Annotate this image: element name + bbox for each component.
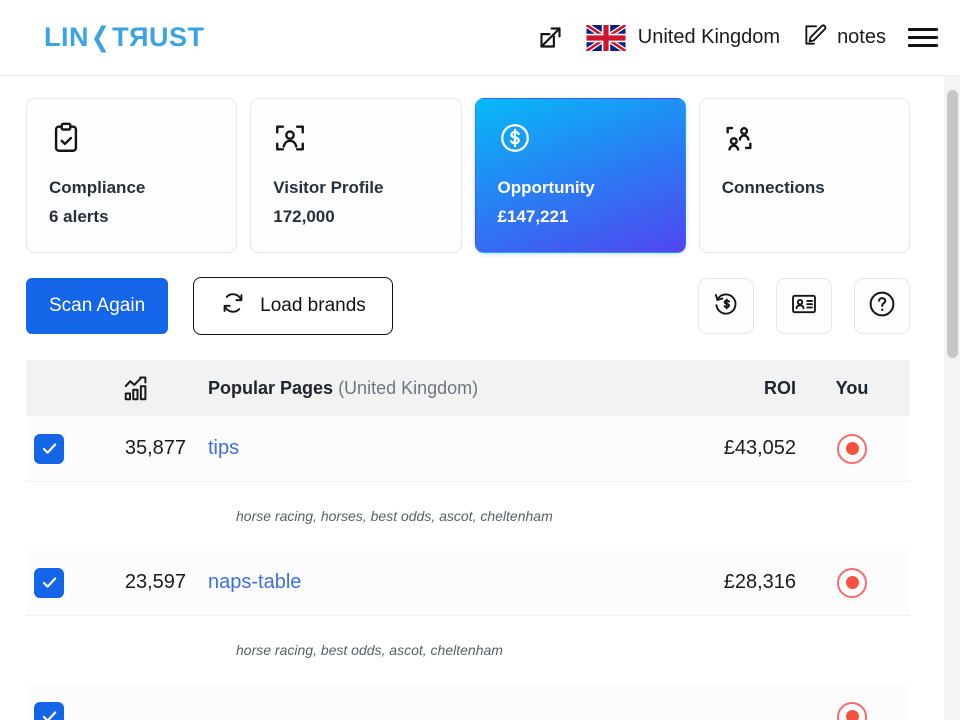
table-header-row: Popular Pages (United Kingdom) ROI You [26,360,910,416]
hamburger-line [908,28,938,31]
stat-card-visitor-profile[interactable]: Visitor Profile 172,000 [250,98,462,253]
row-tags: horse racing, horses, best odds, ascot, … [26,482,910,550]
table-row[interactable] [26,684,910,720]
red-record-icon[interactable] [837,701,867,720]
hamburger-menu-icon[interactable] [908,24,938,51]
row-checkbox-cell [26,567,88,598]
row-tags-text: horse racing, best odds, ascot, cheltenh… [236,642,503,658]
stat-card-title: Connections [721,178,825,197]
action-bar: Scan Again Load brands [0,253,936,335]
currency-refresh-icon [712,290,740,323]
app-header: LIN ❮ T Я UST United Kingdom notes [0,0,960,76]
logo-k-glyph: ❮ [90,22,111,52]
contact-card-icon [790,290,818,323]
row-checkbox[interactable] [34,701,64,720]
stat-card-opportunity[interactable]: Opportunity £147,221 [474,98,686,253]
hamburger-line [908,36,938,39]
row-page-cell: naps-table [208,571,676,594]
row-you-cell [816,567,888,598]
row-roi-cell: £43,052 [676,437,816,460]
popular-pages-table: Popular Pages (United Kingdom) ROI You 3… [26,360,910,720]
row-you-cell [816,701,888,720]
country-label: United Kingdom [637,26,781,48]
row-roi-cell: £28,316 [676,571,816,594]
row-checkbox[interactable] [34,567,64,598]
clipboard-check-icon [49,121,216,167]
stat-card-title: Opportunity [497,178,595,197]
table-row[interactable]: 35,877 tips £43,052 [26,416,910,482]
table-header-roi-col: ROI [676,378,816,399]
red-record-dot [845,710,859,720]
row-checkbox-cell [26,433,88,464]
row-visit-count: 35,877 [88,437,208,460]
row-page-link[interactable]: naps-table [208,571,301,593]
hamburger-line [908,44,938,47]
logo-text-part1: LIN [44,22,89,52]
connections-icon [722,121,889,167]
row-roi-value: £43,052 [723,437,796,459]
red-record-icon[interactable] [837,433,867,464]
pencil-square-icon [802,22,828,53]
stat-card-connections[interactable]: Connections [698,98,910,253]
refresh-icon [220,290,246,322]
stat-card-value: £147,221 [497,207,569,226]
row-visit-count-value: 35,877 [124,437,186,459]
load-brands-label: Load brands [260,295,366,316]
stat-card-value: 172,000 [273,207,335,226]
red-record-dot [845,442,859,455]
app-logo[interactable]: LIN ❮ T Я UST [44,22,205,53]
table-header-pages-col: Popular Pages (United Kingdom) [208,378,676,399]
stat-card-row: Compliance 6 alerts Visitor Profile 172,… [0,98,936,253]
row-checkbox[interactable] [34,433,64,464]
row-tags: horse racing, best odds, ascot, cheltenh… [26,616,910,684]
visitor-scan-icon [273,121,440,167]
logo-text-part2: T [112,22,130,52]
row-tags-text: horse racing, horses, best odds, ascot, … [236,508,553,524]
table-header-title-main: Popular Pages [208,377,334,398]
scrollable-content-area: Compliance 6 alerts Visitor Profile 172,… [0,76,960,720]
table-header-you-col: You [816,378,888,399]
external-link-icon[interactable] [537,24,564,51]
stat-card-compliance[interactable]: Compliance 6 alerts [26,98,238,253]
app-window: LIN ❮ T Я UST United Kingdom notes Compl… [0,0,960,720]
table-row[interactable]: 23,597 naps-table £28,316 [26,550,910,616]
row-roi-value: £28,316 [723,571,796,593]
vertical-scrollbar-thumb[interactable] [947,90,958,358]
uk-flag-icon [585,24,626,51]
stat-card-title: Compliance [49,178,146,197]
table-header-roi: ROI [763,377,796,398]
trending-bar-chart-icon [88,373,208,403]
red-record-dot [845,576,859,589]
row-page-link[interactable]: tips [208,437,239,459]
dollar-circle-icon [498,121,665,167]
row-visit-count: 23,597 [88,571,208,594]
vertical-scrollbar-track[interactable] [944,76,960,720]
row-visit-count-value: 23,597 [124,571,186,593]
currency-refresh-button[interactable] [698,278,754,334]
stat-card-value: 6 alerts [49,207,109,226]
row-page-cell: tips [208,437,676,460]
table-header-title-sub: (United Kingdom) [338,377,479,398]
notes-button[interactable]: notes [802,22,886,53]
table-header-you: You [835,377,869,398]
page-content: Compliance 6 alerts Visitor Profile 172,… [0,76,936,720]
logo-text-part3: UST [149,22,205,52]
row-checkbox-cell [26,701,88,720]
contact-card-button[interactable] [776,278,832,334]
red-record-icon[interactable] [837,567,867,598]
stat-card-title: Visitor Profile [273,178,384,197]
table-header-title: Popular Pages (United Kingdom) [208,378,478,398]
load-brands-button[interactable]: Load brands [193,277,393,335]
help-button[interactable] [854,278,910,334]
scan-again-button[interactable]: Scan Again [26,278,169,334]
country-selector[interactable]: United Kingdom [585,24,781,51]
help-circle-icon [867,289,897,324]
header-actions: United Kingdom notes [537,22,938,53]
logo-r-glyph: Я [129,22,150,52]
notes-label: notes [837,26,886,48]
row-you-cell [816,433,888,464]
